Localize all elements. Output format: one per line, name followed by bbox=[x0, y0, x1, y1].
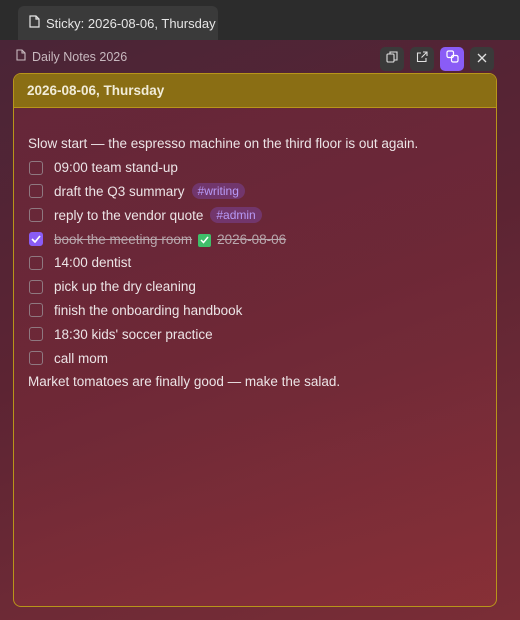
task-item-done: book the meeting room 2026-08-06 bbox=[28, 227, 482, 251]
task-checkbox[interactable] bbox=[29, 255, 43, 270]
task-text: book the meeting room bbox=[54, 231, 193, 247]
done-check-icon bbox=[198, 233, 212, 247]
task-text: 14:00 dentist bbox=[54, 255, 132, 271]
close-icon bbox=[477, 50, 487, 68]
note-pane: Daily Notes 2026 2026-08-06, Thursday Sl… bbox=[0, 40, 520, 620]
task-checkbox[interactable] bbox=[29, 279, 43, 294]
open-external-icon bbox=[416, 50, 428, 68]
note-header: 2026-08-06, Thursday bbox=[14, 74, 496, 108]
task-text: pick up the dry cleaning bbox=[54, 279, 196, 295]
task-item: draft the Q3 summary #writing bbox=[28, 180, 482, 204]
document-icon bbox=[29, 15, 40, 31]
task-checkbox[interactable] bbox=[29, 184, 43, 199]
note-outro: Market tomatoes are finally good — make … bbox=[28, 374, 341, 390]
task-checkbox[interactable] bbox=[29, 351, 43, 366]
task-checkbox[interactable] bbox=[29, 160, 43, 175]
tab-title: Sticky: 2026-08-06, Thursday bbox=[46, 15, 216, 31]
close-button[interactable] bbox=[470, 47, 494, 71]
note-intro: Slow start — the espresso machine on the… bbox=[28, 136, 419, 152]
task-item: 14:00 dentist bbox=[28, 251, 482, 275]
task-tag[interactable]: #admin bbox=[210, 207, 262, 224]
task-item: 09:00 team stand-up bbox=[28, 156, 482, 180]
task-text: draft the Q3 summary bbox=[54, 183, 185, 199]
link-button[interactable] bbox=[440, 47, 464, 71]
sticky-note-card: 2026-08-06, Thursday Slow start — the es… bbox=[13, 73, 497, 607]
task-item: finish the onboarding handbook bbox=[28, 299, 482, 323]
copy-icon bbox=[386, 50, 398, 68]
task-text-done: book the meeting room 2026-08-06 bbox=[54, 232, 286, 247]
task-checkbox[interactable] bbox=[29, 327, 43, 342]
task-item: 18:30 kids' soccer practice bbox=[28, 322, 482, 346]
task-checkbox-checked[interactable] bbox=[29, 232, 43, 247]
task-text: finish the onboarding handbook bbox=[54, 302, 243, 318]
checkmark-icon bbox=[31, 235, 41, 244]
breadcrumb[interactable]: Daily Notes 2026 bbox=[16, 49, 127, 64]
task-checkbox[interactable] bbox=[29, 208, 43, 223]
task-done-date: 2026-08-06 bbox=[217, 231, 287, 247]
document-icon bbox=[16, 49, 26, 64]
task-text: 09:00 team stand-up bbox=[54, 160, 178, 176]
breadcrumb-label: Daily Notes 2026 bbox=[32, 49, 128, 64]
tab-sticky-note[interactable]: Sticky: 2026-08-06, Thursday bbox=[18, 6, 218, 40]
task-tag[interactable]: #writing bbox=[191, 183, 245, 200]
link-icon bbox=[445, 50, 459, 68]
task-checkbox[interactable] bbox=[29, 303, 43, 318]
task-item: reply to the vendor quote #admin bbox=[28, 203, 482, 227]
note-body[interactable]: Slow start — the espresso machine on the… bbox=[14, 108, 496, 394]
note-toolbar bbox=[380, 47, 494, 71]
task-text: call mom bbox=[54, 350, 109, 366]
open-external-button[interactable] bbox=[410, 47, 434, 71]
task-item: pick up the dry cleaning bbox=[28, 275, 482, 299]
task-item: call mom bbox=[28, 346, 482, 370]
tab-strip: Sticky: 2026-08-06, Thursday bbox=[0, 0, 520, 40]
copy-button[interactable] bbox=[380, 47, 404, 71]
task-text: 18:30 kids' soccer practice bbox=[54, 326, 213, 342]
task-text: reply to the vendor quote bbox=[54, 207, 204, 223]
